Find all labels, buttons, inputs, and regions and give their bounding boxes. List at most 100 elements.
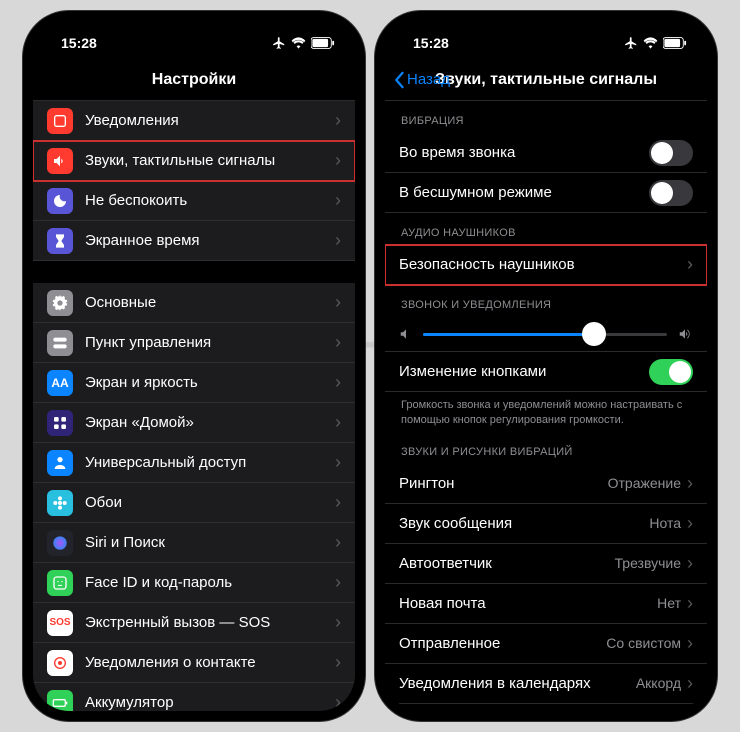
- airplane-icon: [624, 36, 638, 50]
- chevron-right-icon: ›: [687, 593, 693, 614]
- status-icons: [272, 36, 335, 50]
- row-label: Новая почта: [399, 595, 657, 612]
- toggle-switch[interactable]: [649, 140, 693, 166]
- row-icon: [47, 108, 73, 134]
- chevron-right-icon: ›: [335, 652, 341, 673]
- back-button[interactable]: Назад: [393, 71, 450, 89]
- section-header: ЗВОНОК И УВЕДОМЛЕНИЯ: [385, 285, 707, 317]
- row-icon: [47, 690, 73, 712]
- row-label: Уведомления: [85, 112, 335, 129]
- settings-row[interactable]: Звуки, тактильные сигналы ›: [33, 141, 355, 181]
- row-label: Экран «Домой»: [85, 414, 335, 431]
- row-icon: [47, 330, 73, 356]
- chevron-right-icon: ›: [335, 532, 341, 553]
- nav-row[interactable]: Новая почта Нет ›: [385, 584, 707, 624]
- phone-right: 15:28 Назад Звуки, тактильные сигналы ВИ…: [375, 11, 717, 721]
- settings-row[interactable]: AA Экран и яркость ›: [33, 363, 355, 403]
- toggle-row: Изменение кнопками: [385, 352, 707, 392]
- settings-row[interactable]: Пункт управления ›: [33, 323, 355, 363]
- row-label: Аккумулятор: [85, 694, 335, 711]
- page-title: Настройки: [152, 71, 236, 89]
- row-value: Нота: [649, 515, 681, 531]
- toggle-row: В бесшумном режиме: [385, 173, 707, 213]
- chevron-left-icon: [393, 71, 405, 89]
- notch: [119, 11, 269, 37]
- chevron-right-icon: ›: [335, 230, 341, 251]
- row-label: Пункт управления: [85, 334, 335, 351]
- settings-row[interactable]: Уведомления о контакте ›: [33, 643, 355, 683]
- row-label: Рингтон: [399, 475, 608, 492]
- row-value: Отражение: [608, 475, 681, 491]
- volume-low-icon: [399, 327, 413, 341]
- row-value: Нет: [657, 595, 681, 611]
- toggle-switch[interactable]: [649, 359, 693, 385]
- settings-row[interactable]: Уведомления ›: [33, 101, 355, 141]
- chevron-right-icon: ›: [335, 492, 341, 513]
- row-label: Обои: [85, 494, 335, 511]
- settings-row[interactable]: Не беспокоить ›: [33, 181, 355, 221]
- row-label: Звуки, тактильные сигналы: [85, 152, 335, 169]
- nav-row[interactable]: Безопасность наушников ›: [385, 245, 707, 285]
- row-icon: SOS: [47, 610, 73, 636]
- airplane-icon: [272, 36, 286, 50]
- row-label: Во время звонка: [399, 144, 649, 161]
- chevron-right-icon: ›: [335, 150, 341, 171]
- row-icon: [47, 228, 73, 254]
- row-label: Экстренный вызов — SOS: [85, 614, 335, 631]
- settings-row[interactable]: Обои ›: [33, 483, 355, 523]
- settings-row[interactable]: Siri и Поиск ›: [33, 523, 355, 563]
- nav-row[interactable]: Уведомления Аккорд ›: [385, 704, 707, 711]
- row-label: Универсальный доступ: [85, 454, 335, 471]
- clock: 15:28: [61, 35, 97, 51]
- chevron-right-icon: ›: [687, 513, 693, 534]
- row-icon: [47, 650, 73, 676]
- section-footer: Громкость звонка и уведомлений можно нас…: [385, 392, 707, 432]
- settings-row[interactable]: Экранное время ›: [33, 221, 355, 261]
- sounds-list[interactable]: ВИБРАЦИЯВо время звонка В бесшумном режи…: [385, 101, 707, 711]
- chevron-right-icon: ›: [335, 110, 341, 131]
- page-title: Звуки, тактильные сигналы: [435, 71, 657, 89]
- row-icon: [47, 410, 73, 436]
- nav-row[interactable]: Звук сообщения Нота ›: [385, 504, 707, 544]
- screen-left: 15:28 Настройки Уведомления › Звуки, так…: [33, 21, 355, 711]
- settings-row[interactable]: SOS Экстренный вызов — SOS ›: [33, 603, 355, 643]
- wifi-icon: [643, 37, 658, 49]
- notch: [471, 11, 621, 37]
- toggle-switch[interactable]: [649, 180, 693, 206]
- settings-row[interactable]: Экран «Домой» ›: [33, 403, 355, 443]
- chevron-right-icon: ›: [687, 633, 693, 654]
- row-label: Экранное время: [85, 232, 335, 249]
- row-icon: [47, 490, 73, 516]
- nav-row[interactable]: Рингтон Отражение ›: [385, 464, 707, 504]
- settings-row[interactable]: Основные ›: [33, 283, 355, 323]
- row-label: Не беспокоить: [85, 192, 335, 209]
- nav-row[interactable]: Автоответчик Трезвучие ›: [385, 544, 707, 584]
- row-label: Основные: [85, 294, 335, 311]
- row-value: Аккорд: [636, 675, 681, 691]
- row-icon: [47, 450, 73, 476]
- row-label: Уведомления в календарях: [399, 675, 636, 692]
- chevron-right-icon: ›: [687, 553, 693, 574]
- nav-row[interactable]: Отправленное Со свистом ›: [385, 624, 707, 664]
- volume-slider[interactable]: [423, 333, 667, 336]
- toggle-row: Во время звонка: [385, 133, 707, 173]
- row-label: Безопасность наушников: [399, 256, 687, 273]
- chevron-right-icon: ›: [687, 254, 693, 275]
- chevron-right-icon: ›: [335, 692, 341, 711]
- volume-slider-row: [385, 317, 707, 352]
- chevron-right-icon: ›: [335, 372, 341, 393]
- status-icons: [624, 36, 687, 50]
- settings-row[interactable]: Face ID и код-пароль ›: [33, 563, 355, 603]
- settings-row[interactable]: Универсальный доступ ›: [33, 443, 355, 483]
- battery-icon: [663, 37, 687, 49]
- nav-row[interactable]: Уведомления в календарях Аккорд ›: [385, 664, 707, 704]
- row-icon: [47, 148, 73, 174]
- row-value: Со свистом: [606, 635, 681, 651]
- navbar-right: Назад Звуки, тактильные сигналы: [385, 59, 707, 101]
- row-icon: [47, 530, 73, 556]
- row-label: Face ID и код-пароль: [85, 574, 335, 591]
- settings-list[interactable]: Уведомления › Звуки, тактильные сигналы …: [33, 101, 355, 711]
- row-value: Трезвучие: [615, 555, 681, 571]
- settings-row[interactable]: Аккумулятор ›: [33, 683, 355, 711]
- clock: 15:28: [413, 35, 449, 51]
